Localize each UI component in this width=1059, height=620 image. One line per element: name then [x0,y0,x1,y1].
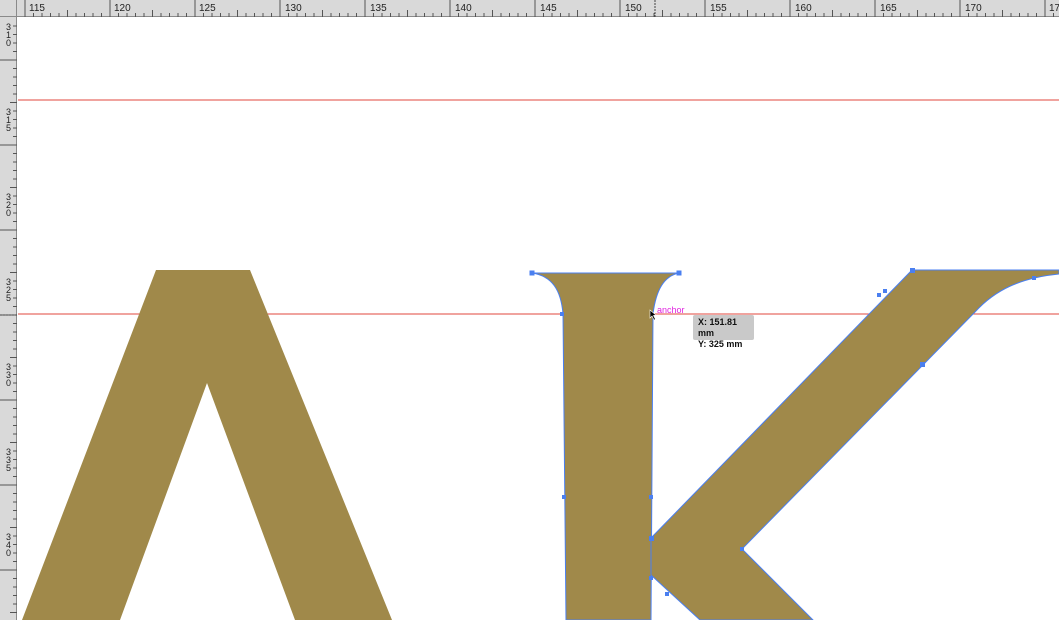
ruler-label: 135 [370,3,387,14]
ruler-label: 340 [6,532,11,558]
anchor-point[interactable] [920,362,925,367]
ruler-origin[interactable] [0,0,17,17]
artboard-canvas[interactable] [18,18,1059,620]
ruler-label: 145 [540,3,557,14]
anchor-point[interactable] [740,547,744,551]
ruler-label: 315 [6,107,11,133]
anchor-point[interactable] [883,289,887,293]
anchor-point[interactable] [649,536,654,541]
ruler-label: 155 [710,3,727,14]
ruler-label: 335 [6,447,11,473]
ruler-label: 130 [285,3,302,14]
ruler-label: 17 [1049,3,1059,14]
horizontal-ruler-ticks: 115 120 125 130 135 140 145 150 155 160 … [24,0,1059,17]
ruler-label: 160 [795,3,812,14]
ruler-label: 330 [6,362,11,388]
ruler-label: 150 [625,3,642,14]
horizontal-ruler[interactable]: 115 120 125 130 135 140 145 150 155 160 … [0,0,1059,17]
artwork [18,99,1059,620]
anchor-point[interactable] [1032,276,1036,280]
coordinate-tooltip: X: 151.81 mm Y: 325 mm [693,315,754,349]
vertical-ruler-ticks: 3 1 0 3 1 5 3 2 0 3 2 5 3 3 0 3 3 5 3 4 0 [0,22,17,613]
ruler-label: 320 [6,192,11,218]
ruler-label: 125 [199,3,216,14]
ruler-label: 170 [965,3,982,14]
smart-guide-label: anchor [657,305,685,315]
anchor-point[interactable] [676,270,682,276]
ruler-label: 325 [6,277,11,303]
ruler-label: 165 [880,3,897,14]
ruler-label: 120 [114,3,131,14]
anchor-point[interactable] [562,495,566,499]
ruler-label: 115 [29,3,45,14]
ruler-label: 140 [455,3,472,14]
anchor-point[interactable] [665,592,669,596]
anchor-point[interactable] [649,576,653,580]
tooltip-y-readout: Y: 325 mm [698,339,743,349]
glyph-a[interactable] [22,270,392,620]
vertical-ruler[interactable]: 310 315 320 325 330 335 340 [0,0,17,620]
anchor-point[interactable] [649,495,653,499]
ruler-label: 310 [6,22,11,48]
anchor-point[interactable] [910,268,915,273]
tooltip-x-readout: X: 151.81 mm [698,317,738,338]
anchor-point[interactable] [877,293,881,297]
anchor-point[interactable] [529,270,535,276]
anchor-point[interactable] [560,312,564,316]
